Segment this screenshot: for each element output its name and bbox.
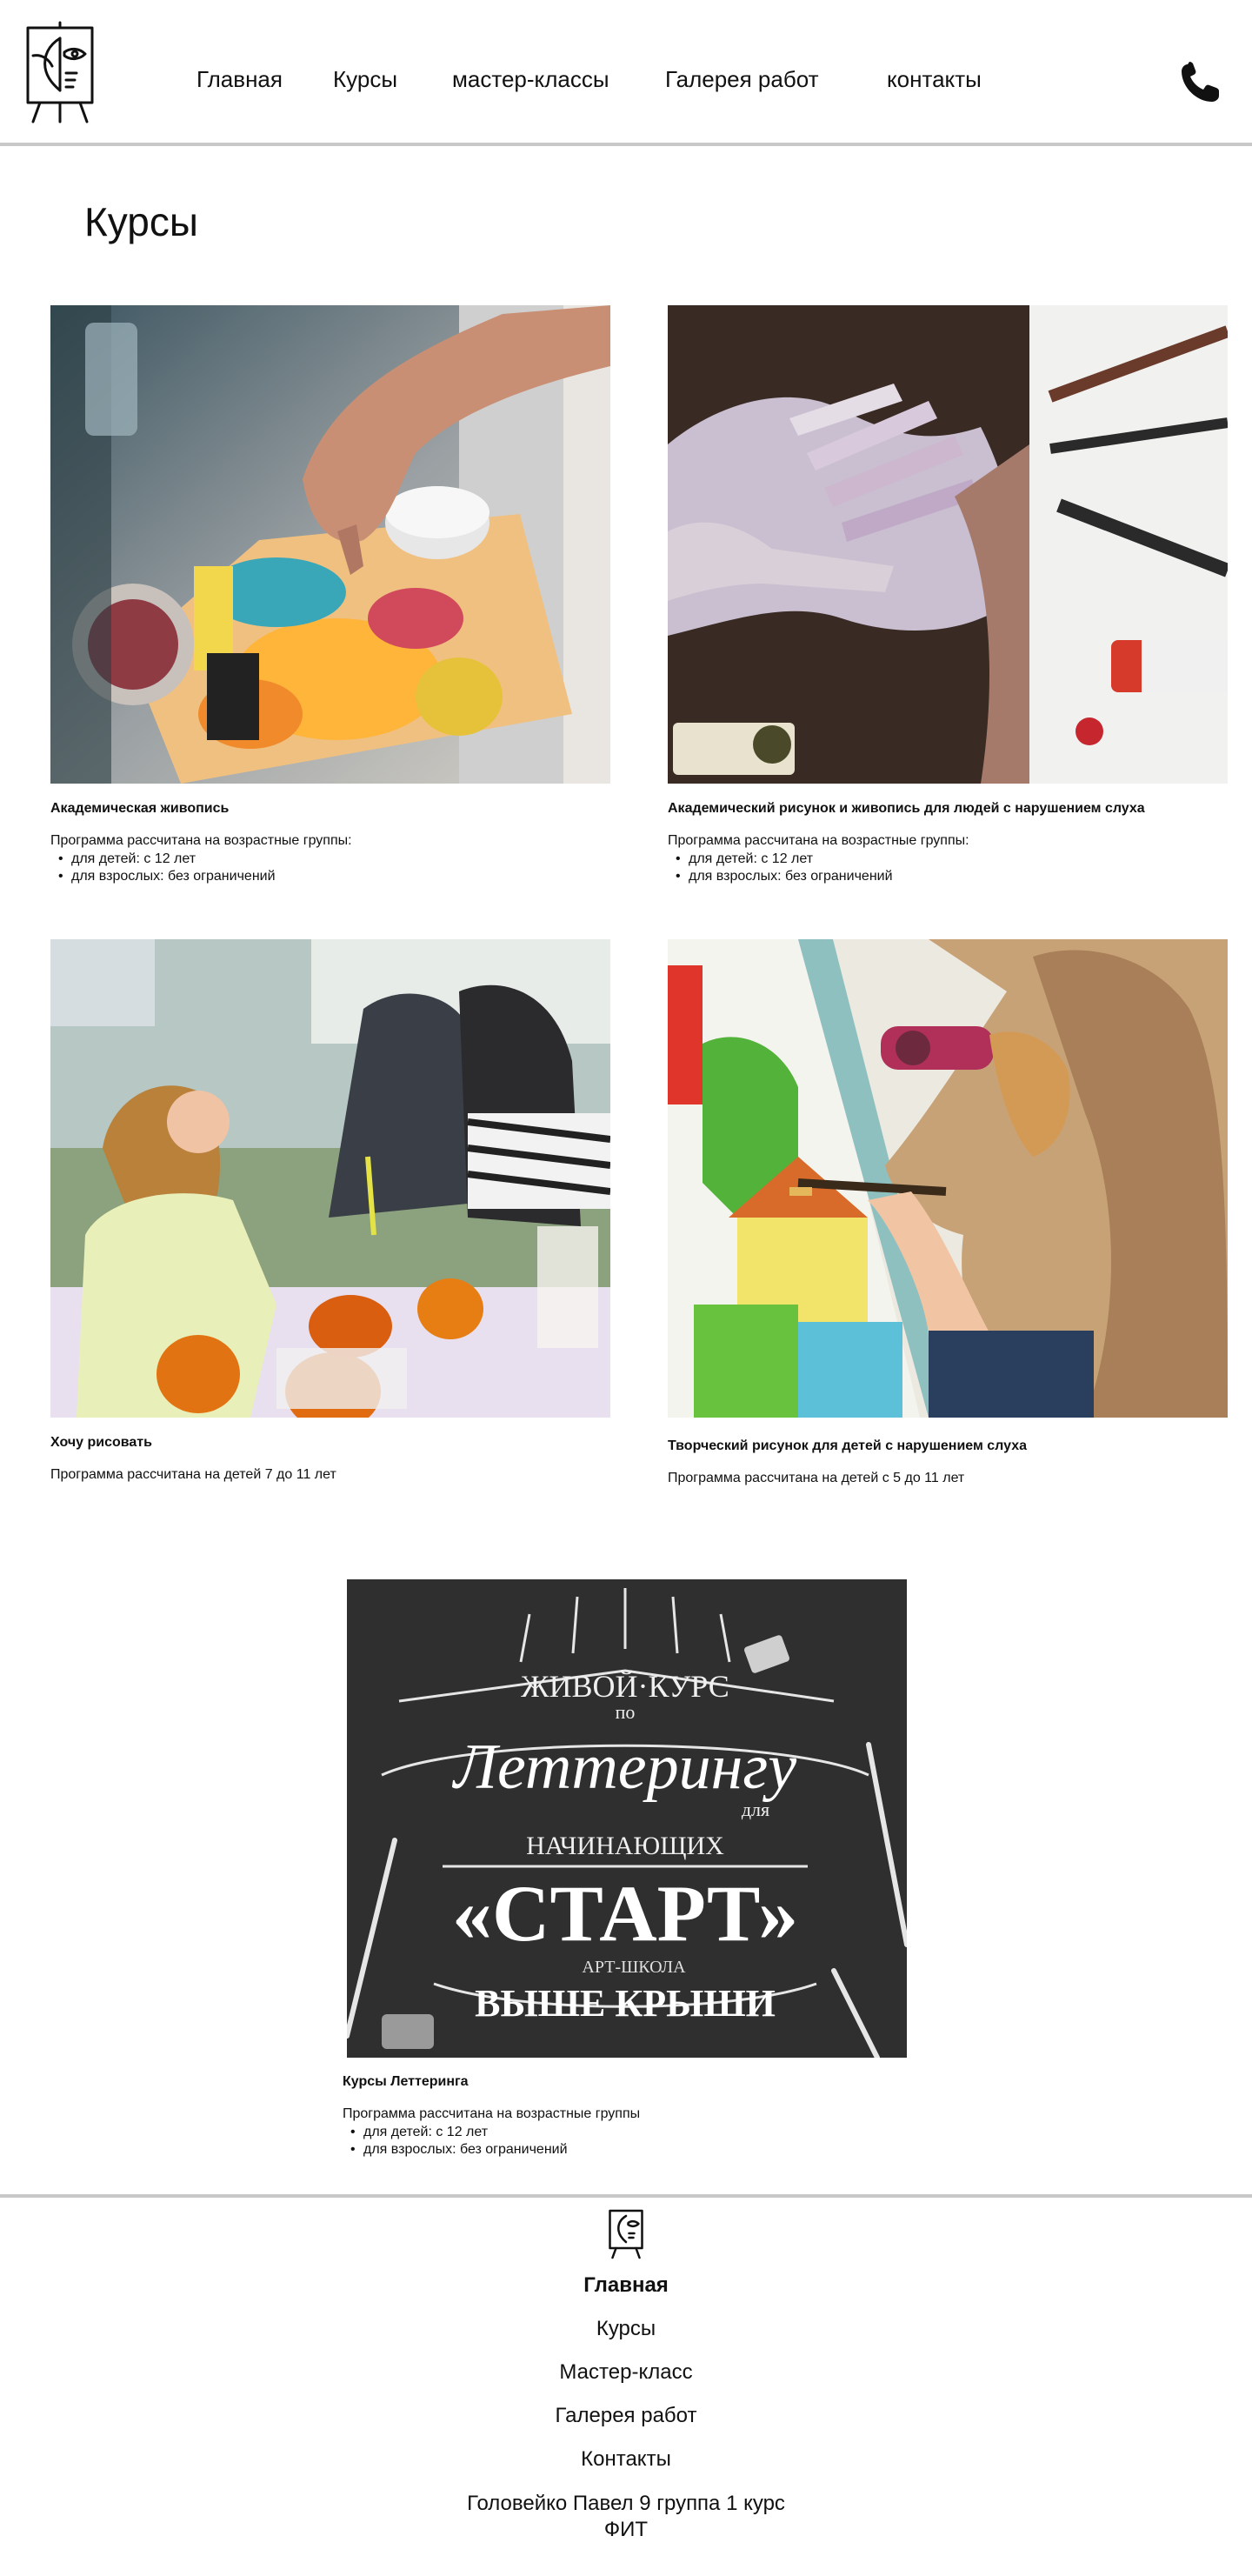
- course-card[interactable]: Академический рисунок и живопись для люд…: [668, 305, 1228, 897]
- course-image-painted-hands[interactable]: [668, 305, 1228, 784]
- course-image-girl-painting[interactable]: [50, 939, 610, 1418]
- main-nav: Главная Курсы мастер-классы Галерея рабо…: [0, 66, 1252, 101]
- course-card[interactable]: ЖИВОЙ·КУРС по Леттерингу для НАЧИНАЮЩИХ …: [343, 1579, 908, 2171]
- course-age-list: для детей: с 12 лет для взрослых: без ог…: [50, 851, 276, 885]
- nav-courses[interactable]: Курсы: [333, 66, 397, 93]
- course-image-painting-palette[interactable]: [50, 305, 610, 784]
- course-description: Программа рассчитана на возрастные групп…: [668, 833, 969, 848]
- course-card[interactable]: Хочу рисовать Программа рассчитана на де…: [50, 939, 610, 1496]
- course-image-lettering-poster[interactable]: ЖИВОЙ·КУРС по Леттерингу для НАЧИНАЮЩИХ …: [347, 1579, 907, 2058]
- footer-nav-contacts[interactable]: Контакты: [0, 2447, 1252, 2472]
- page-title: Курсы: [84, 199, 198, 244]
- phone-icon[interactable]: [1179, 61, 1222, 104]
- poster-text-lettering: Леттерингу: [452, 1732, 796, 1803]
- course-card[interactable]: Академическая живопись Программа рассчит…: [50, 305, 610, 897]
- footer-nav-courses[interactable]: Курсы: [0, 2317, 1252, 2341]
- poster-text-art-school: АРТ-ШКОЛА: [582, 1958, 686, 1977]
- poster-text-vyshe-kryshi: ВЫШЕ КРЫШИ: [475, 1982, 776, 2025]
- footer-nav-gallery[interactable]: Галерея работ: [0, 2404, 1252, 2428]
- course-image-child-hearing-aid[interactable]: [668, 939, 1228, 1418]
- course-description: Программа рассчитана на возрастные групп…: [50, 833, 352, 848]
- list-item: для взрослых: без ограничений: [50, 868, 276, 885]
- footer-nav-master-class[interactable]: Мастер-класс: [0, 2360, 1252, 2385]
- course-description: Программа рассчитана на возрастные групп…: [343, 2106, 641, 2121]
- nav-gallery[interactable]: Галерея работ: [665, 66, 819, 93]
- course-title: Творческий рисунок для детей с нарушение…: [668, 1438, 1028, 1453]
- course-description: Программа рассчитана на детей с 5 до 11 …: [668, 1471, 965, 1485]
- course-description: Программа рассчитана на детей 7 до 11 ле…: [50, 1467, 336, 1482]
- nav-master-classes[interactable]: мастер-классы: [452, 66, 609, 93]
- list-item: для взрослых: без ограничений: [668, 868, 893, 885]
- course-age-list: для детей: с 12 лет для взрослых: без ог…: [343, 2124, 568, 2159]
- course-title: Курсы Леттеринга: [343, 2074, 469, 2089]
- poster-text-po: по: [616, 1701, 636, 1723]
- footer-credit: Головейко Павел 9 группа 1 курс: [467, 2492, 785, 2515]
- footer-logo-icon[interactable]: [605, 2207, 647, 2259]
- footer-divider: [0, 2194, 1252, 2198]
- list-item: для взрослых: без ограничений: [343, 2141, 568, 2159]
- footer-nav-home[interactable]: Главная: [0, 2273, 1252, 2298]
- footer-faculty: ФИТ: [603, 2518, 649, 2541]
- nav-home[interactable]: Главная: [196, 66, 283, 93]
- poster-text-beginners: НАЧИНАЮЩИХ: [526, 1832, 724, 1860]
- list-item: для детей: с 12 лет: [50, 851, 276, 868]
- course-title: Академический рисунок и живопись для люд…: [668, 801, 1145, 816]
- course-card[interactable]: Творческий рисунок для детей с нарушение…: [668, 939, 1228, 1496]
- nav-contacts[interactable]: контакты: [887, 66, 982, 93]
- poster-text-live-course: ЖИВОЙ·КУРС: [521, 1669, 729, 1704]
- list-item: для детей: с 12 лет: [668, 851, 893, 868]
- course-age-list: для детей: с 12 лет для взрослых: без ог…: [668, 851, 893, 885]
- poster-text-start: «СТАРТ»: [452, 1869, 798, 1958]
- list-item: для детей: с 12 лет: [343, 2124, 568, 2141]
- site-header: Главная Курсы мастер-классы Галерея рабо…: [0, 0, 1252, 146]
- poster-text-dlya: для: [742, 1799, 769, 1820]
- course-title: Академическая живопись: [50, 801, 230, 816]
- course-title: Хочу рисовать: [50, 1435, 152, 1450]
